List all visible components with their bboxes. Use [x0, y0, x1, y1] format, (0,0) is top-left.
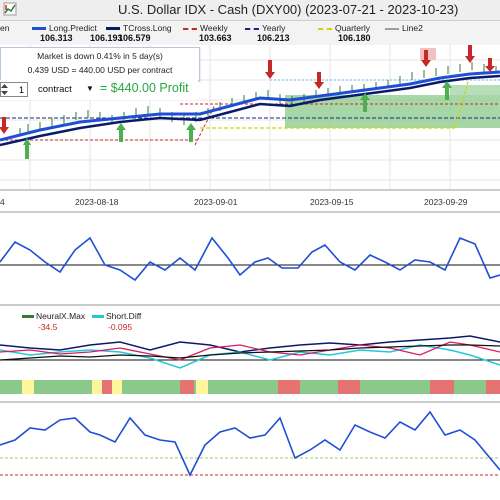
legend-label: Long.Predict [49, 23, 97, 33]
legend-item-tcross-long[interactable]: TCross.Long 106.579 [106, 23, 172, 43]
quantity-value: 1 [18, 85, 24, 95]
legend-swatch [385, 27, 399, 30]
indicator-legend: en 106.313 Long.Predict 106.193 TCross.L… [0, 21, 500, 45]
legend-swatch [22, 315, 34, 319]
short-diff-legend[interactable]: Short.Diff [92, 311, 141, 321]
legend-item-line2[interactable]: Line2 [385, 23, 423, 33]
profit-calculator: 1 contract ▼ = $440.00 Profit [0, 80, 198, 100]
legend-item-quarterly[interactable]: Quarterly 106.180 [318, 23, 371, 43]
signal-band [0, 380, 500, 394]
window-title: U.S. Dollar IDX - Cash (DXY00) (2023-07-… [118, 2, 459, 17]
legend-swatch [32, 27, 46, 31]
x-axis-label: 2023-08-18 [75, 197, 119, 207]
legend-item-yearly[interactable]: Yearly 106.213 [245, 23, 290, 43]
legend-label: Yearly [262, 23, 286, 33]
neuralx-legend[interactable]: NeuralX.Max [22, 311, 85, 321]
legend-label: Quarterly [335, 23, 370, 33]
legend-label: TCross.Long [123, 23, 172, 33]
legend-swatch [92, 315, 104, 319]
neuralx-label: NeuralX.Max [36, 311, 86, 321]
x-axis-label: 4 [0, 197, 5, 207]
window-titlebar: U.S. Dollar IDX - Cash (DXY00) (2023-07-… [0, 0, 500, 21]
contract-unit-select[interactable]: contract [38, 84, 72, 95]
x-axis-label: 2023-09-29 [424, 197, 468, 207]
osc1-line [0, 236, 500, 282]
legend-swatch [106, 27, 120, 31]
short-diff-value: -0.095 [108, 322, 133, 332]
legend-swatch [183, 27, 197, 30]
spinner-icon[interactable] [0, 83, 9, 96]
legend-value: 106.180 [338, 33, 371, 43]
market-info-box: Market is down 0.41% in 5 day(s) 0.439 U… [0, 47, 200, 81]
legend-label: en [0, 23, 10, 33]
contract-quantity-input[interactable]: 1 [0, 82, 28, 97]
legend-swatch [318, 27, 332, 30]
x-axis-label: 2023-09-15 [310, 197, 354, 207]
legend-label: Weekly [200, 23, 228, 33]
contract-value-text: 0.439 USD = 440.00 USD per contract [27, 65, 173, 75]
app-logo-icon [3, 2, 17, 16]
legend-label: Line2 [402, 23, 423, 33]
legend-item-weekly[interactable]: Weekly 103.663 [183, 23, 232, 43]
legend-value: 106.579 [118, 33, 151, 43]
short-diff-label: Short.Diff [106, 311, 142, 321]
neuralx-line [0, 335, 500, 353]
legend-swatch [245, 27, 259, 30]
neuralx-value: -34.5 [38, 322, 58, 332]
legend-value: 106.213 [257, 33, 290, 43]
legend-value: 103.663 [199, 33, 232, 43]
x-axis-label: 2023-09-01 [194, 197, 238, 207]
chevron-down-icon[interactable]: ▼ [86, 84, 94, 93]
osc3-line [0, 410, 500, 477]
market-change-text: Market is down 0.41% in 5 day(s) [37, 51, 163, 61]
profit-text: = $440.00 Profit [100, 81, 189, 95]
support-zone-light [450, 85, 500, 100]
